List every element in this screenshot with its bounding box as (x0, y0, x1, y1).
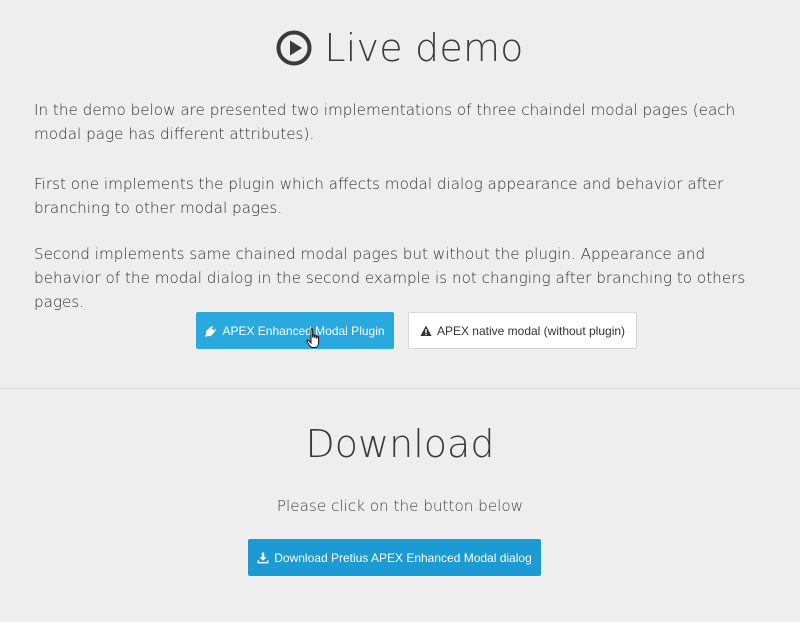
download-title: Download (305, 422, 495, 466)
download-subtitle: Please click on the button below (276, 497, 524, 515)
demo-description-3: Second implements same chained modal pag… (34, 245, 746, 311)
demo-description-1: In the demo below are presented two impl… (34, 101, 736, 143)
play-circle-icon (276, 30, 312, 66)
live-demo-section: Live demo In the demo below are presente… (0, 0, 800, 389)
download-button-label: Download Pretius APEX Enhanced Modal dia… (274, 550, 532, 565)
native-modal-button[interactable]: APEX native modal (without plugin) (408, 312, 637, 349)
download-button[interactable]: Download Pretius APEX Enhanced Modal dia… (248, 539, 541, 576)
warning-icon (420, 325, 432, 336)
enhanced-modal-plugin-label: APEX Enhanced Modal Plugin (222, 323, 385, 338)
page-title: Live demo (324, 26, 524, 70)
download-icon (257, 552, 269, 563)
section-divider (0, 388, 800, 389)
demo-description-2: First one implements the plugin which af… (34, 175, 724, 217)
live-demo-header: Live demo (0, 22, 800, 74)
native-modal-label: APEX native modal (without plugin) (436, 323, 626, 338)
plug-icon (205, 325, 217, 337)
enhanced-modal-plugin-button[interactable]: APEX Enhanced Modal Plugin (196, 312, 394, 349)
hand-cursor-icon (306, 328, 320, 348)
